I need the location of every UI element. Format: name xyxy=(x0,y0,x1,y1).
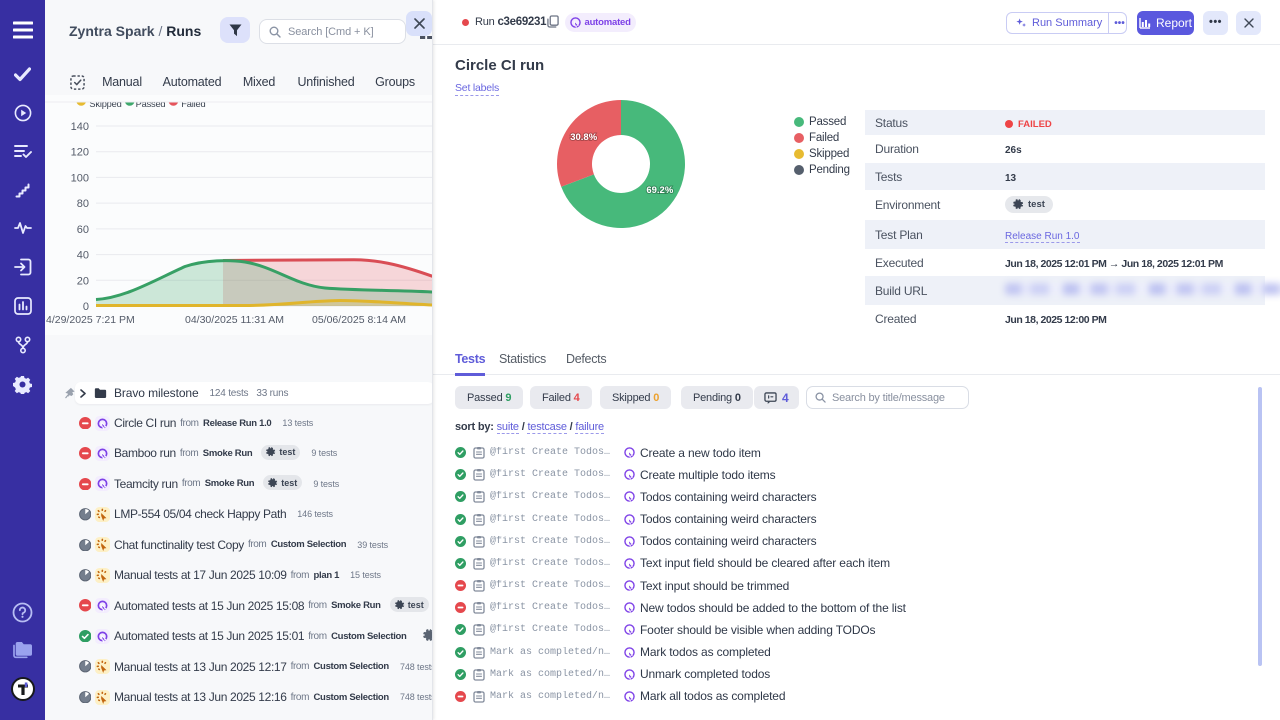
svg-text:4/29/2025 7:21 PM: 4/29/2025 7:21 PM xyxy=(46,314,135,326)
svg-text:60: 60 xyxy=(77,224,89,236)
svg-text:30.8%: 30.8% xyxy=(570,132,597,143)
svg-text:69.2%: 69.2% xyxy=(646,185,673,196)
svg-text:04/30/2025 11:31 AM: 04/30/2025 11:31 AM xyxy=(185,314,284,326)
svg-text:05/06/2025 8:14 AM: 05/06/2025 8:14 AM xyxy=(312,314,406,326)
svg-text:0: 0 xyxy=(83,301,89,313)
svg-text:140: 140 xyxy=(71,121,89,133)
svg-text:120: 120 xyxy=(71,147,89,159)
svg-text:40: 40 xyxy=(77,250,89,262)
svg-text:100: 100 xyxy=(71,172,89,184)
svg-text:80: 80 xyxy=(77,198,89,210)
svg-text:20: 20 xyxy=(77,275,89,287)
